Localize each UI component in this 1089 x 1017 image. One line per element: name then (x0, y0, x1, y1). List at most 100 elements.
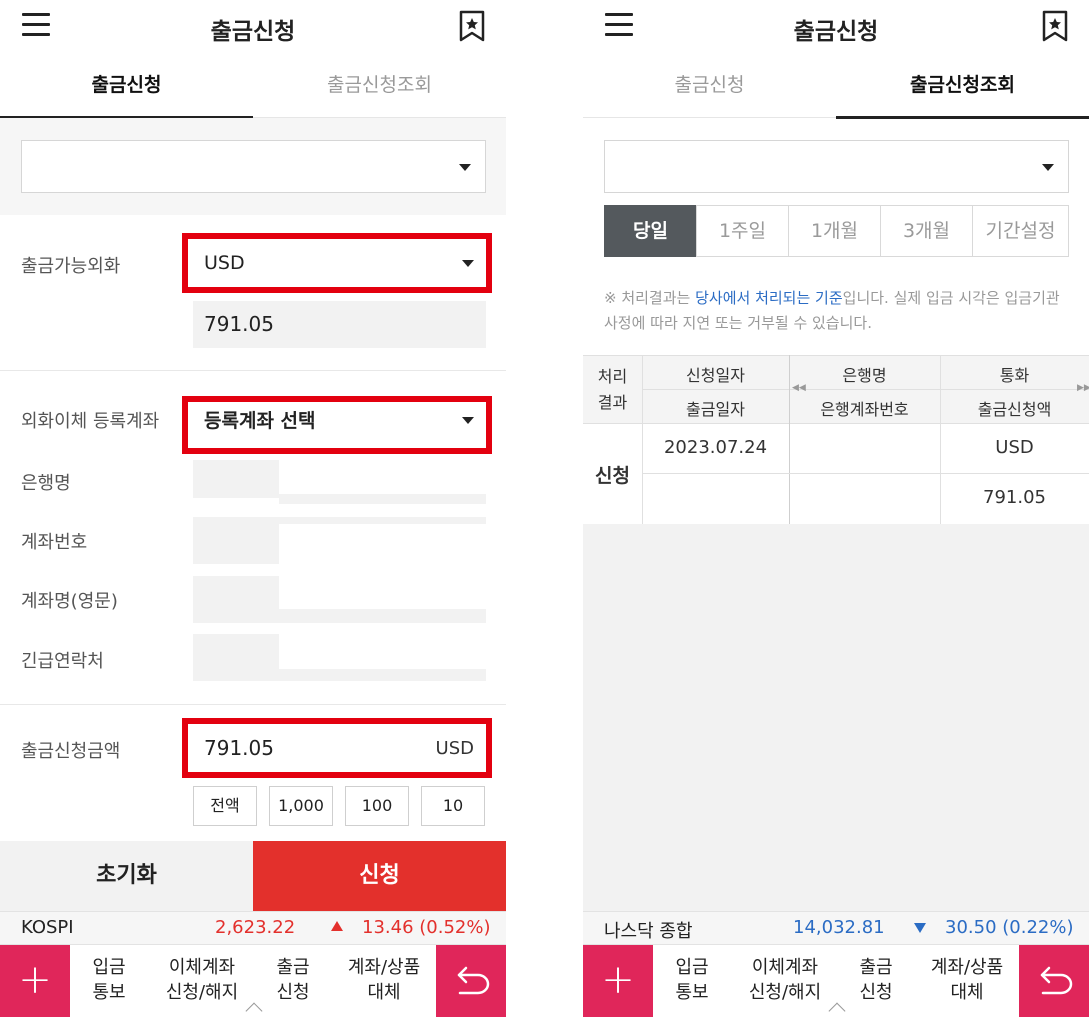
bookmark-star-icon[interactable] (1041, 10, 1069, 42)
nav-deposit-notice[interactable]: 입금 통보 (84, 955, 134, 1005)
plus-icon[interactable]: + (583, 945, 653, 1017)
header-amount: 출금신청액 (977, 400, 1052, 419)
quick-10-button[interactable]: 10 (421, 786, 485, 826)
reset-button[interactable]: 초기화 (0, 841, 253, 911)
table-border (583, 423, 1089, 424)
nav-withdraw-request[interactable]: 출금 신청 (268, 955, 318, 1005)
return-arrow-svg (457, 966, 490, 995)
chevron-down-icon (1042, 163, 1054, 171)
account-name-label: 계좌명(영문) (21, 591, 118, 612)
bottom-nav: + 입금 통보 이체계좌 신청/해지 출금 신청 계좌/상품 대체 (0, 944, 506, 1017)
table-border (642, 473, 1089, 474)
scroll-left-icon[interactable]: ◀◀ (792, 383, 806, 393)
withdraw-inquiry-screen: 출금신청 출금신청 출금신청조회 당일 1주일 1개월 3개월 기간설정 ※ 처… (583, 0, 1089, 1017)
page-title: 출금신청 (210, 19, 296, 45)
divider (0, 704, 506, 705)
available-amount-box: 791.05 (193, 301, 486, 348)
period-custom-button[interactable]: 기간설정 (972, 205, 1069, 257)
market-ticker[interactable]: KOSPI 2,623.22 13.46 (0.52%) (0, 911, 506, 944)
period-3month-button[interactable]: 3개월 (880, 205, 973, 257)
bank-name-code-box (193, 460, 279, 498)
ticker-value: 14,032.81 (793, 917, 885, 938)
quick-1000-button[interactable]: 1,000 (269, 786, 333, 826)
quick-full-amount-button[interactable]: 전액 (193, 786, 257, 826)
tab-withdraw-request[interactable]: 출금신청 (583, 56, 836, 118)
chevron-down-icon (459, 163, 471, 171)
ticker-change: 13.46 (0.52%) (362, 917, 491, 938)
ticker-name: 나스닥 종합 (604, 921, 693, 942)
return-arrow-svg (1040, 966, 1073, 995)
bank-name-label: 은행명 (21, 473, 71, 494)
ticker-value: 2,623.22 (215, 917, 296, 938)
account-number-label: 계좌번호 (21, 532, 88, 553)
period-today-button[interactable]: 당일 (604, 205, 697, 257)
account-select[interactable] (21, 140, 486, 193)
processing-notice: ※ 처리결과는 당사에서 처리되는 기준입니다. 실제 입금 시각은 입금기관 … (604, 286, 1074, 336)
tab-withdraw-inquiry[interactable]: 출금신청조회 (836, 56, 1089, 119)
plus-icon[interactable]: + (0, 945, 70, 1017)
withdraw-request-screen: 출금신청 출금신청 출금신청조회 출금가능외화 USD 791.05 외화이체 … (0, 0, 506, 1017)
nav-transfer-account[interactable]: 이체계좌 신청/해지 (156, 955, 248, 1005)
account-name-inner (279, 576, 486, 609)
row-amount[interactable]: 791.05 (940, 487, 1089, 508)
submit-button[interactable]: 신청 (253, 841, 506, 911)
registered-account-label: 외화이체 등록계좌 (21, 411, 160, 432)
request-amount-unit: USD (435, 738, 474, 759)
period-1week-button[interactable]: 1주일 (696, 205, 789, 257)
header-status-line2: 결과 (597, 393, 628, 412)
chevron-up-icon[interactable] (245, 1002, 263, 1017)
top-bar: 출금신청 (0, 0, 506, 56)
notice-highlight: 당사에서 처리되는 기준 (695, 289, 843, 307)
divider (0, 370, 506, 371)
header-status: 처리 결과 (583, 364, 642, 416)
nav-deposit-notice[interactable]: 입금 통보 (667, 955, 717, 1005)
page-title: 출금신청 (793, 19, 879, 45)
row-request-date[interactable]: 2023.07.24 (642, 437, 789, 458)
quick-100-button[interactable]: 100 (345, 786, 409, 826)
chevron-up-icon[interactable] (828, 1002, 846, 1017)
triangle-up-icon (331, 921, 343, 931)
available-amount-value: 791.05 (204, 312, 274, 336)
request-amount-value: 791.05 (204, 736, 274, 760)
chevron-down-icon (462, 417, 474, 424)
chevron-down-icon (462, 260, 474, 267)
row-status[interactable]: 신청 (583, 461, 642, 488)
ticker-change: 30.50 (0.22%) (945, 917, 1074, 938)
request-amount-input[interactable]: 791.05 USD (182, 718, 492, 778)
return-arrow-icon[interactable] (436, 945, 506, 1017)
bank-name-value-box (279, 494, 486, 504)
account-select[interactable] (604, 140, 1069, 193)
tab-withdraw-inquiry[interactable]: 출금신청조회 (253, 56, 506, 118)
registered-account-select[interactable]: 등록계좌 선택 (182, 396, 492, 454)
market-ticker[interactable]: 나스닥 종합 14,032.81 30.50 (0.22%) (583, 911, 1089, 944)
return-arrow-icon[interactable] (1019, 945, 1089, 1017)
header-bank-account: 은행계좌번호 (820, 400, 909, 419)
table-border (583, 355, 1089, 356)
period-1month-button[interactable]: 1개월 (788, 205, 881, 257)
nav-account-product-transfer[interactable]: 계좌/상품 대체 (921, 955, 1013, 1005)
header-bank-name: 은행명 (842, 366, 887, 385)
account-number-inner (279, 524, 486, 564)
nav-transfer-account[interactable]: 이체계좌 신청/해지 (739, 955, 831, 1005)
action-bar: 초기화 신청 (0, 841, 506, 911)
available-currency-label: 출금가능외화 (21, 256, 121, 277)
bookmark-star-icon[interactable] (458, 10, 486, 42)
triangle-down-icon (914, 923, 926, 933)
emergency-contact-inner (279, 634, 486, 669)
bottom-nav: + 입금 통보 이체계좌 신청/해지 출금 신청 계좌/상품 대체 (583, 944, 1089, 1017)
table-empty-area (583, 524, 1089, 911)
emergency-contact-label: 긴급연락처 (21, 651, 104, 672)
scroll-right-icon[interactable]: ▶▶ (1077, 383, 1089, 393)
tab-bar: 출금신청 출금신청조회 (0, 56, 506, 119)
notice-prefix: ※ 처리결과는 (604, 289, 696, 307)
tab-withdraw-request[interactable]: 출금신청 (0, 56, 253, 119)
currency-select-value: USD (204, 252, 245, 274)
top-bar: 출금신청 (583, 0, 1089, 56)
table-border (642, 389, 1089, 390)
header-status-line1: 처리 (597, 367, 628, 386)
row-currency[interactable]: USD (940, 437, 1089, 458)
nav-account-product-transfer[interactable]: 계좌/상품 대체 (338, 955, 430, 1005)
nav-withdraw-request[interactable]: 출금 신청 (851, 955, 901, 1005)
request-amount-label: 출금신청금액 (21, 741, 121, 762)
currency-select[interactable]: USD (182, 233, 492, 293)
